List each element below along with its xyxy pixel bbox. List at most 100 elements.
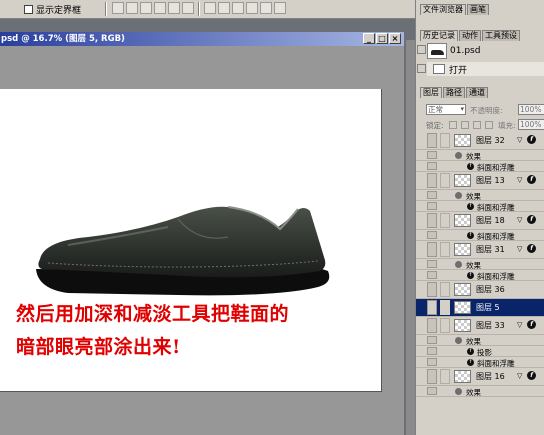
layer-style-icon[interactable]: f [527, 175, 536, 184]
lock-transparency-icon[interactable] [449, 121, 457, 129]
document-titlebar[interactable]: psd @ 16.7% (图层 5, RGB) _ □ × [0, 32, 404, 46]
link-icon[interactable] [440, 173, 450, 188]
tab-layers[interactable]: 图层 [420, 87, 442, 98]
layer-style-icon[interactable]: f [527, 135, 536, 144]
history-brush-source-icon[interactable] [417, 64, 426, 73]
history-step[interactable]: 打开 [427, 62, 544, 76]
effect-row[interactable]: f 斜面和浮雕 [416, 161, 544, 172]
distribute-vcenter-icon[interactable] [218, 2, 230, 14]
history-brush-source-icon[interactable] [417, 45, 426, 54]
tab-tool-presets[interactable]: 工具预设 [482, 30, 520, 41]
link-icon[interactable] [440, 242, 450, 257]
panel-scrollbar[interactable] [406, 40, 415, 435]
expand-effects-icon[interactable]: ▽ [517, 216, 522, 224]
visibility-eye-icon[interactable] [427, 271, 437, 279]
visibility-eye-icon[interactable] [427, 369, 437, 384]
layer-row[interactable]: 图层 16 ▽ f [416, 368, 544, 386]
visibility-eye-icon[interactable] [427, 133, 437, 148]
layer-style-icon[interactable]: f [527, 320, 536, 329]
visibility-eye-icon[interactable] [427, 242, 437, 257]
maximize-button[interactable]: □ [376, 33, 388, 44]
align-right-icon[interactable] [182, 2, 194, 14]
effect-row[interactable]: f 斜面和浮雕 [416, 270, 544, 281]
distribute-bottom-icon[interactable] [232, 2, 244, 14]
link-icon[interactable] [440, 369, 450, 384]
layer-row[interactable]: 图层 31 ▽ f [416, 241, 544, 259]
layer-row[interactable]: 图层 5 [416, 299, 544, 317]
visibility-eye-icon[interactable] [427, 173, 437, 188]
expand-effects-icon[interactable]: ▽ [517, 245, 522, 253]
layer-row[interactable]: 图层 36 [416, 281, 544, 299]
expand-effects-icon[interactable]: ▽ [517, 321, 522, 329]
tab-actions[interactable]: 动作 [459, 30, 481, 41]
visibility-eye-icon[interactable] [427, 191, 437, 199]
layer-style-icon[interactable]: f [527, 371, 536, 380]
show-bbox-checkbox[interactable]: 显示定界框 [24, 3, 81, 16]
effects-row[interactable]: 效果 [416, 150, 544, 161]
align-hcenter-icon[interactable] [168, 2, 180, 14]
effect-row[interactable]: f 斜面和浮雕 [416, 230, 544, 241]
visibility-eye-icon[interactable] [427, 213, 437, 228]
history-snapshot[interactable]: 01.psd [427, 42, 544, 60]
effects-row[interactable]: 效果 [416, 335, 544, 346]
tab-brushes[interactable]: 画笔 [467, 4, 489, 15]
lock-image-icon[interactable] [461, 121, 469, 129]
distribute-top-icon[interactable] [204, 2, 216, 14]
align-bottom-icon[interactable] [140, 2, 152, 14]
expand-effects-icon[interactable]: ▽ [517, 372, 522, 380]
effect-row[interactable]: f 斜面和浮雕 [416, 357, 544, 368]
visibility-eye-icon[interactable] [427, 282, 437, 297]
tab-channels[interactable]: 通道 [466, 87, 488, 98]
align-left-icon[interactable] [154, 2, 166, 14]
layer-row[interactable]: 图层 33 ▽ f [416, 317, 544, 335]
link-icon[interactable] [440, 133, 450, 148]
document-canvas[interactable]: 然后用加深和减淡工具把鞋面的 暗部眼亮部涂出来! [0, 89, 382, 392]
layer-row[interactable]: 图层 13 ▽ f [416, 172, 544, 190]
lock-position-icon[interactable] [473, 121, 481, 129]
layer-thumbnail [454, 283, 471, 296]
visibility-eye-icon[interactable] [427, 151, 437, 159]
tab-paths[interactable]: 路径 [443, 87, 465, 98]
expand-effects-icon[interactable]: ▽ [517, 176, 522, 184]
link-icon[interactable] [440, 318, 450, 333]
visibility-eye-icon[interactable] [427, 336, 437, 344]
visibility-eye-icon[interactable] [427, 202, 437, 210]
visibility-eye-icon[interactable] [427, 347, 437, 355]
visibility-eye-icon[interactable] [427, 318, 437, 333]
distribute-left-icon[interactable] [246, 2, 258, 14]
effects-row[interactable]: 效果 [416, 386, 544, 397]
blend-mode-select[interactable]: 正常 [426, 104, 466, 115]
distribute-right-icon[interactable] [274, 2, 286, 14]
tab-history[interactable]: 历史记录 [420, 30, 458, 41]
minimize-button[interactable]: _ [363, 33, 375, 44]
layer-style-icon[interactable]: f [527, 215, 536, 224]
effect-row[interactable]: f 斜面和浮雕 [416, 201, 544, 212]
effects-row[interactable]: 效果 [416, 259, 544, 270]
align-top-icon[interactable] [112, 2, 124, 14]
close-button[interactable]: × [389, 33, 401, 44]
effects-row[interactable]: 效果 [416, 190, 544, 201]
snapshot-name: 01.psd [450, 46, 481, 56]
fill-input[interactable]: 100% [518, 119, 544, 130]
visibility-eye-icon[interactable] [427, 260, 437, 268]
link-icon[interactable] [440, 282, 450, 297]
distribute-hcenter-icon[interactable] [260, 2, 272, 14]
visibility-eye-icon[interactable] [427, 387, 437, 395]
visibility-eye-icon[interactable] [427, 300, 437, 315]
effect-row[interactable]: f 投影 [416, 346, 544, 357]
opacity-input[interactable]: 100% [518, 104, 544, 115]
tab-file-browser[interactable]: 文件浏览器 [420, 4, 466, 15]
visibility-eye-icon[interactable] [427, 358, 437, 366]
lock-all-icon[interactable] [485, 121, 493, 129]
align-vcenter-icon[interactable] [126, 2, 138, 14]
expand-effects-icon[interactable]: ▽ [517, 136, 522, 144]
visibility-eye-icon[interactable] [427, 231, 437, 239]
checkbox-box[interactable] [24, 5, 33, 14]
brush-icon[interactable] [440, 300, 450, 315]
layer-style-icon[interactable]: f [527, 244, 536, 253]
layer-row[interactable]: 图层 32 ▽ f [416, 132, 544, 150]
layer-row[interactable]: 图层 18 ▽ f [416, 212, 544, 230]
visibility-eye-icon[interactable] [427, 162, 437, 170]
snapshot-thumbnail [427, 43, 447, 59]
link-icon[interactable] [440, 213, 450, 228]
